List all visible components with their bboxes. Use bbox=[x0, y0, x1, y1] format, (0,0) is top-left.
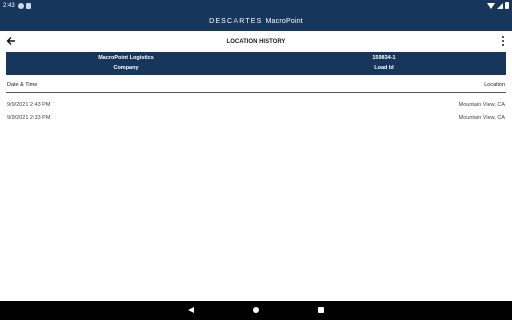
load-info-panel: MacroPoint Logistics Company 159834-1 Lo… bbox=[6, 52, 506, 75]
battery-icon bbox=[505, 2, 509, 9]
status-bar: 2:43 bbox=[0, 0, 512, 11]
brand-product: MacroPoint bbox=[265, 17, 303, 25]
nav-recents-icon[interactable] bbox=[318, 307, 324, 313]
circle-p-icon bbox=[17, 2, 24, 9]
load-id-value: 159834-1 bbox=[372, 55, 396, 61]
row-location: Mountain View, CA bbox=[458, 114, 505, 121]
table-row[interactable]: 9/9/2021 2:43 PM Mountain View, CA bbox=[6, 98, 506, 111]
signal-icon bbox=[497, 2, 503, 9]
row-datetime: 9/9/2021 2:33 PM bbox=[7, 114, 51, 121]
load-id-label: Load Id bbox=[374, 65, 394, 71]
company-value: MacroPoint Logistics bbox=[98, 55, 154, 61]
company-label: Company bbox=[113, 65, 139, 71]
system-nav-bar bbox=[0, 301, 512, 320]
location-history-table: Date & Time Location 9/9/2021 2:43 PM Mo… bbox=[6, 78, 506, 124]
row-datetime: 9/9/2021 2:43 PM bbox=[7, 101, 51, 108]
overflow-menu-button[interactable] bbox=[500, 35, 506, 47]
status-time: 2:43 bbox=[3, 2, 15, 9]
brand-logo: DESCARTES bbox=[209, 17, 263, 25]
brand-bar: DESCARTES MacroPoint bbox=[0, 11, 512, 31]
table-row[interactable]: 9/9/2021 2:33 PM Mountain View, CA bbox=[6, 111, 506, 124]
nav-back-icon[interactable] bbox=[188, 307, 194, 313]
arrow-back-icon bbox=[6, 37, 15, 45]
column-header-datetime[interactable]: Date & Time bbox=[7, 82, 37, 88]
column-header-location[interactable]: Location bbox=[484, 82, 505, 88]
page-title: LOCATION HISTORY bbox=[226, 38, 286, 45]
more-vert-icon bbox=[502, 36, 504, 38]
row-location: Mountain View, CA bbox=[458, 101, 505, 108]
app-toolbar: LOCATION HISTORY bbox=[0, 31, 512, 52]
nav-home-icon[interactable] bbox=[253, 307, 259, 313]
table-header: Date & Time Location bbox=[6, 78, 506, 93]
wifi-icon bbox=[487, 2, 495, 9]
sd-card-icon bbox=[25, 2, 31, 9]
back-button[interactable] bbox=[4, 34, 18, 48]
